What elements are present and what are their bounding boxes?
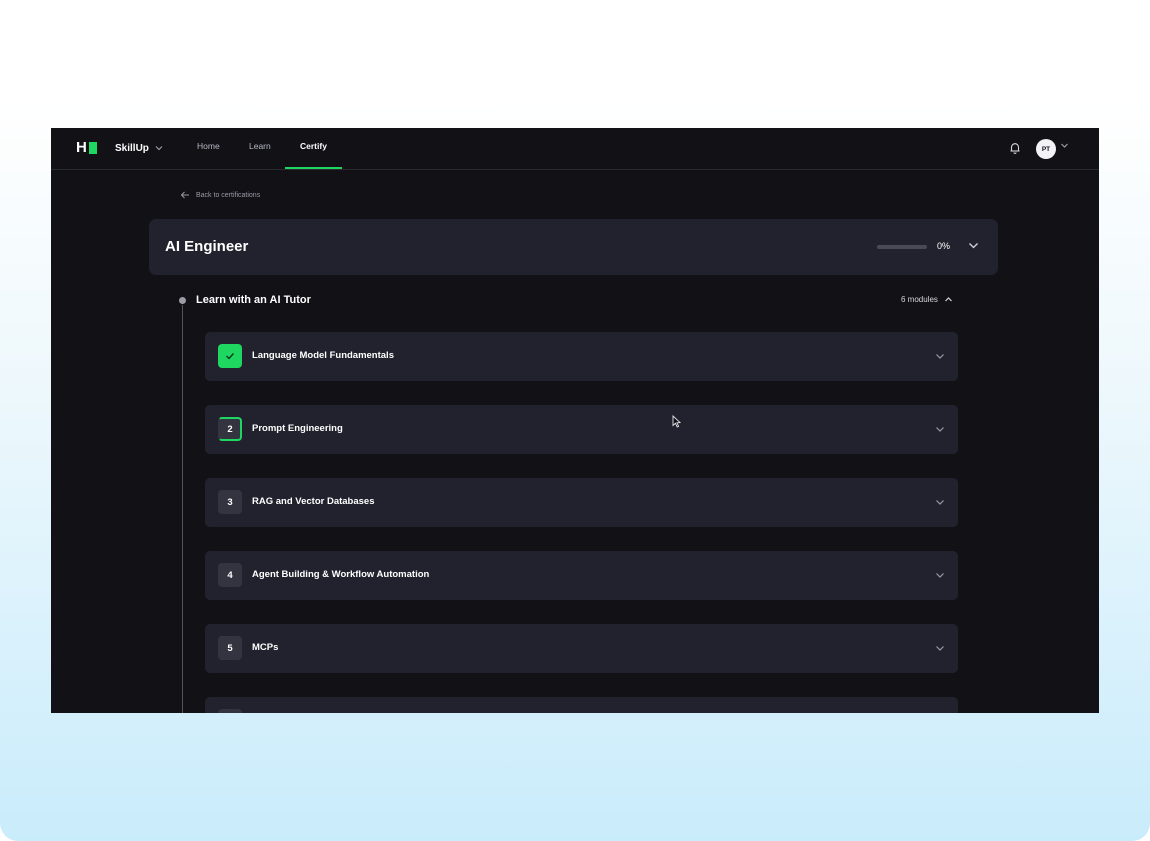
product-name: SkillUp <box>115 142 149 154</box>
module-number-badge: 2 <box>218 417 242 441</box>
chevron-up-icon <box>944 297 952 302</box>
module-count: 6 modules <box>901 295 938 304</box>
module-number-badge: 3 <box>218 490 242 514</box>
module-card-partial[interactable] <box>205 697 958 713</box>
check-icon <box>226 353 235 360</box>
chevron-down-icon[interactable] <box>935 498 945 506</box>
logo-green-block <box>88 141 97 154</box>
timeline-dot <box>179 297 186 304</box>
module-title: RAG and Vector Databases <box>252 496 375 507</box>
chevron-down-icon[interactable] <box>1060 142 1069 149</box>
chevron-down-icon[interactable] <box>968 241 979 250</box>
logo-letter-h: H <box>76 139 87 156</box>
notification-bell-icon[interactable] <box>1008 141 1022 155</box>
module-card-mcps[interactable]: 5 MCPs <box>205 624 958 673</box>
nav-link-certify[interactable]: Certify <box>300 141 327 151</box>
module-number-badge: 5 <box>218 636 242 660</box>
hackerrank-logo[interactable]: H <box>76 139 97 156</box>
chevron-down-icon <box>155 146 163 151</box>
back-to-certifications-link[interactable]: Back to certifications <box>180 191 260 199</box>
nav-link-learn[interactable]: Learn <box>249 141 271 151</box>
module-number-badge: 4 <box>218 563 242 587</box>
certification-title: AI Engineer <box>165 238 249 255</box>
back-link-label: Back to certifications <box>196 191 261 199</box>
chevron-down-icon[interactable] <box>935 644 945 652</box>
module-title: Prompt Engineering <box>252 423 343 434</box>
module-title: Agent Building & Workflow Automation <box>252 569 430 580</box>
arrow-left-icon <box>180 191 189 199</box>
user-avatar[interactable]: PT <box>1036 139 1056 159</box>
section-title: Learn with an AI Tutor <box>196 294 311 306</box>
module-card-rag-and-vector-databases[interactable]: 3 RAG and Vector Databases <box>205 478 958 527</box>
mouse-cursor-icon <box>672 415 681 428</box>
module-card-prompt-engineering[interactable]: 2 Prompt Engineering <box>205 405 958 454</box>
timeline-line <box>182 305 183 713</box>
chevron-down-icon[interactable] <box>935 571 945 579</box>
progress-percentage: 0% <box>937 241 951 251</box>
chevron-down-icon[interactable] <box>935 352 945 360</box>
section-collapse-toggle[interactable]: 6 modules <box>901 295 953 304</box>
module-title: MCPs <box>252 642 279 653</box>
product-switcher[interactable]: SkillUp <box>115 141 163 155</box>
app-window: H SkillUp Home Learn Certify PT Back to … <box>51 128 1099 713</box>
nav-link-home[interactable]: Home <box>197 141 220 151</box>
page-background: H SkillUp Home Learn Certify PT Back to … <box>0 0 1150 841</box>
module-card-agent-building[interactable]: 4 Agent Building & Workflow Automation <box>205 551 958 600</box>
chevron-down-icon[interactable] <box>935 425 945 433</box>
module-card-language-model-fundamentals[interactable]: Language Model Fundamentals <box>205 332 958 381</box>
module-number-badge <box>218 709 242 713</box>
module-title: Language Model Fundamentals <box>252 350 394 361</box>
certification-header-card[interactable]: AI Engineer 0% <box>149 219 998 275</box>
active-tab-indicator <box>285 167 342 169</box>
top-navigation: H SkillUp Home Learn Certify PT <box>51 128 1099 170</box>
progress-bar <box>877 245 927 249</box>
module-status-badge <box>218 344 242 368</box>
